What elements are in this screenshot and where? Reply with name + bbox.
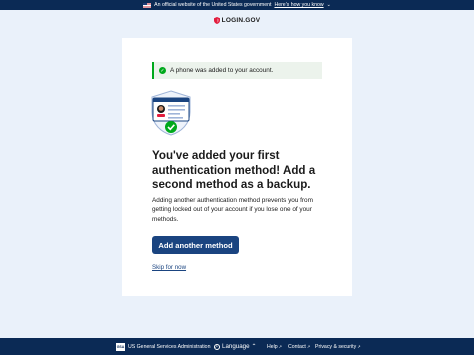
alert-message: A phone was added to your account. — [170, 67, 274, 74]
logo-text: LOGIN.GOV — [221, 17, 261, 24]
success-alert: ✓ A phone was added to your account. — [152, 62, 322, 79]
us-flag-icon — [143, 2, 152, 8]
help-label: Help — [267, 343, 278, 350]
privacy-label: Privacy & security — [315, 343, 357, 350]
contact-link[interactable]: Contact↗ — [288, 344, 310, 350]
external-link-icon: ↗ — [306, 343, 311, 349]
gsa-logo-icon: GSA — [116, 342, 125, 351]
privacy-security-link[interactable]: Privacy & security↗ — [315, 344, 361, 350]
footer: GSA US General Services Administration ↗… — [0, 338, 474, 355]
gov-banner-text: An official website of the United States… — [154, 2, 272, 8]
shield-icon — [213, 17, 220, 24]
description-text: Adding another authentication method pre… — [152, 197, 313, 223]
check-circle-icon: ✓ — [159, 67, 166, 74]
skip-for-now-link[interactable]: Skip for now — [152, 264, 186, 271]
language-label: Language — [222, 343, 250, 350]
chevron-up-icon: ⌃ — [251, 343, 257, 350]
heres-how-you-know-link[interactable]: Here's how you know — [274, 2, 323, 8]
gov-banner: An official website of the United States… — [0, 0, 474, 10]
external-link-icon: ↗ — [278, 343, 283, 349]
id-card-shield-icon — [151, 90, 191, 136]
contact-label: Contact — [288, 343, 306, 350]
gsa-link[interactable]: GSA US General Services Administration ↗ — [116, 342, 218, 351]
add-another-method-button[interactable]: Add another method — [152, 236, 239, 254]
main-card: ✓ A phone was added to your account. You… — [122, 38, 352, 296]
page-title: You've added your first authentication m… — [152, 149, 316, 191]
agency-text: US General Services Administration — [128, 343, 211, 350]
external-link-icon: ↗ — [357, 343, 361, 349]
chevron-down-icon[interactable]: ⌄ — [327, 2, 331, 8]
globe-icon — [214, 343, 220, 350]
help-link[interactable]: Help↗ — [267, 344, 282, 350]
login-gov-logo[interactable]: LOGIN.GOV — [0, 17, 474, 24]
language-selector[interactable]: Language ⌃ — [214, 343, 257, 350]
